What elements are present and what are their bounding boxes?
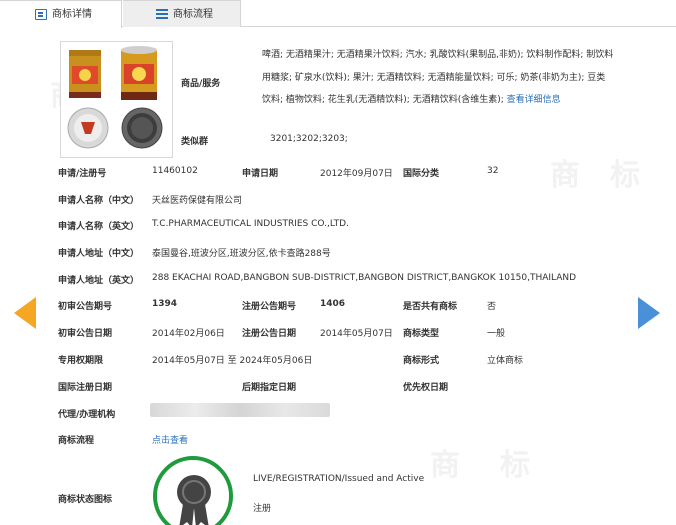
reg-pub-no-label: 注册公告期号 [242,302,297,312]
intl-reg-date-label: 国际注册日期 [58,383,113,393]
prelim-no-value: 1394 [152,299,178,309]
reg-no-label: 申请/注册号 [58,169,107,179]
watermark: 商 [550,158,580,193]
watermark: 标 [610,158,640,193]
prelim-date-value: 2014年02月06日 [152,329,225,339]
mark-form-label: 商标形式 [403,356,440,366]
previous-arrow-icon[interactable] [14,297,36,329]
document-icon [35,9,47,20]
apply-date-value: 2012年09月07日 [320,169,393,179]
goods-label: 商品/服务 [181,79,221,89]
status-label: 商标状态图标 [58,495,113,505]
mark-form-value: 立体商标 [487,356,524,366]
view-details-link[interactable]: 查看详细信息 [507,95,561,105]
status-seal-icon [153,456,233,525]
address-cn-value: 泰国曼谷,班波分区,班波分区,依卡查路288号 [152,249,331,259]
next-arrow-icon[interactable] [638,297,660,329]
mark-type-value: 一般 [487,329,506,339]
shared-label: 是否共有商标 [403,302,458,312]
watermark: 商 [430,448,460,483]
mark-type-label: 商标类型 [403,329,440,339]
tab-trademark-flow[interactable]: 商标流程 [123,0,241,27]
applicant-cn-label: 申请人名称（中文） [58,196,140,206]
flow-label: 商标流程 [58,436,95,446]
exclusive-period-label: 专用权期限 [58,356,104,366]
view-flow-link[interactable]: 点击查看 [152,433,188,446]
apply-date-label: 申请日期 [242,169,279,179]
intl-class-label: 国际分类 [403,169,440,179]
status-value-cn: 注册 [253,504,272,514]
goods-list: 啤酒; 无酒精果汁; 无酒精果汁饮料; 汽水; 乳酸饮料(果制品,非奶); 饮料… [262,44,614,112]
tab-label: 商标详情 [52,9,92,20]
tab-bar: 商标详情 商标流程 [0,0,676,28]
reg-no-value: 11460102 [152,166,198,176]
similar-group-value: 3201;3202;3203; [270,134,348,144]
address-en-value: 288 EKACHAI ROAD,BANGBON SUB-DISTRICT,BA… [152,273,577,283]
reg-pub-no-value: 1406 [320,299,346,309]
applicant-cn-value: 天丝医药保健有限公司 [152,196,243,206]
trademark-image [60,41,173,158]
exclusive-period-value: 2014年05月07日 至 2024年05月06日 [152,356,313,366]
tab-trademark-details[interactable]: 商标详情 [0,0,122,28]
applicant-en-value: T.C.PHARMACEUTICAL INDUSTRIES CO.,LTD. [152,219,349,229]
intl-class-value: 32 [487,166,499,176]
tab-label: 商标流程 [173,9,213,20]
shared-value: 否 [487,302,497,312]
address-en-label: 申请人地址（英文） [58,276,140,286]
list-icon [156,9,168,20]
priority-date-label: 优先权日期 [403,383,449,393]
prelim-no-label: 初审公告期号 [58,302,113,312]
reg-pub-date-value: 2014年05月07日 [320,329,393,339]
agent-label: 代理/办理机构 [58,410,116,420]
watermark: 标 [500,448,530,483]
prelim-date-label: 初审公告日期 [58,329,113,339]
similar-group-label: 类似群 [181,137,209,147]
late-spec-date-label: 后期指定日期 [242,383,297,393]
address-cn-label: 申请人地址（中文） [58,249,140,259]
applicant-en-label: 申请人名称（英文） [58,222,140,232]
agent-value-redacted [150,403,330,417]
status-value-en: LIVE/REGISTRATION/Issued and Active [253,474,425,484]
reg-pub-date-label: 注册公告日期 [242,329,297,339]
